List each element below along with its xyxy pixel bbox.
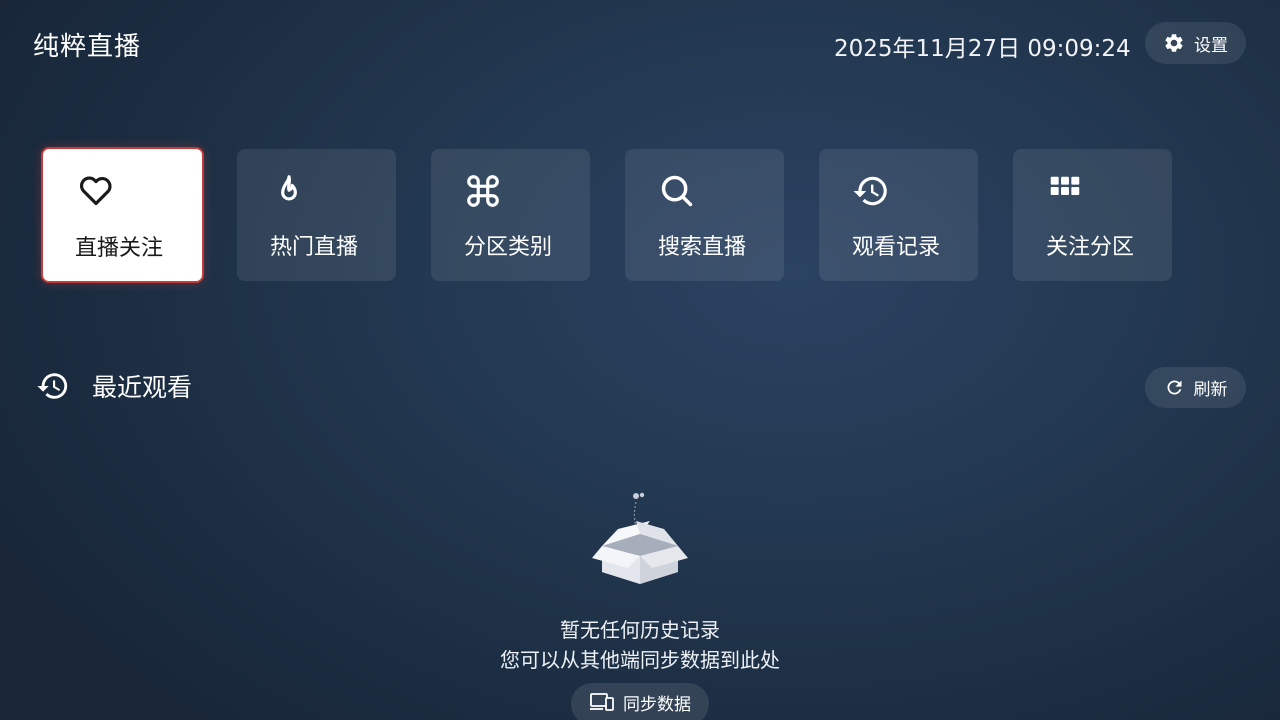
clock: 2025年11月27日 09:09:24 [834,36,1131,62]
heart-icon [79,176,112,206]
history-icon [37,373,68,399]
recent-section-title: 最近观看 [92,373,193,402]
menu-card-label: 搜索直播 [658,235,747,260]
settings-button[interactable]: 设置 [1145,22,1246,64]
menu-card-history[interactable]: 观看记录 [819,149,978,281]
menu-card-label: 热门直播 [270,235,359,260]
sync-data-button[interactable]: 同步数据 [571,683,709,720]
gear-icon [1163,32,1185,54]
settings-label: 设置 [1194,35,1228,56]
search-icon [661,175,693,207]
grid-icon [1050,176,1080,195]
empty-box-icon [592,492,688,584]
menu-card-hot[interactable]: 热门直播 [237,149,396,281]
flame-icon [281,175,297,201]
history-icon [853,176,887,206]
menu-card-label: 直播关注 [75,236,164,261]
refresh-label: 刷新 [1193,380,1228,400]
empty-state-title: 暂无任何历史记录 [560,618,720,642]
menu-card-follow[interactable]: 直播关注 [41,147,204,283]
menu-card-label: 观看记录 [852,235,941,260]
menu-card-search[interactable]: 搜索直播 [625,149,784,281]
menu-card-label: 关注分区 [1046,235,1135,260]
menu-card-label: 分区类别 [464,235,553,260]
devices-icon [590,693,614,711]
command-icon [467,175,499,207]
refresh-button[interactable]: 刷新 [1145,367,1246,408]
menu-card-follow-category[interactable]: 关注分区 [1013,149,1172,281]
menu-row: 直播关注 热门直播 分区类别 搜索直播 观看记录 关注分区 [41,147,1181,283]
recent-section-header: 最近观看 [36,368,192,404]
app-title: 纯粹直播 [33,32,142,62]
sync-data-label: 同步数据 [623,694,691,715]
menu-card-category[interactable]: 分区类别 [431,149,590,281]
empty-state-subtitle: 您可以从其他端同步数据到此处 [500,648,780,672]
refresh-icon [1166,380,1181,395]
